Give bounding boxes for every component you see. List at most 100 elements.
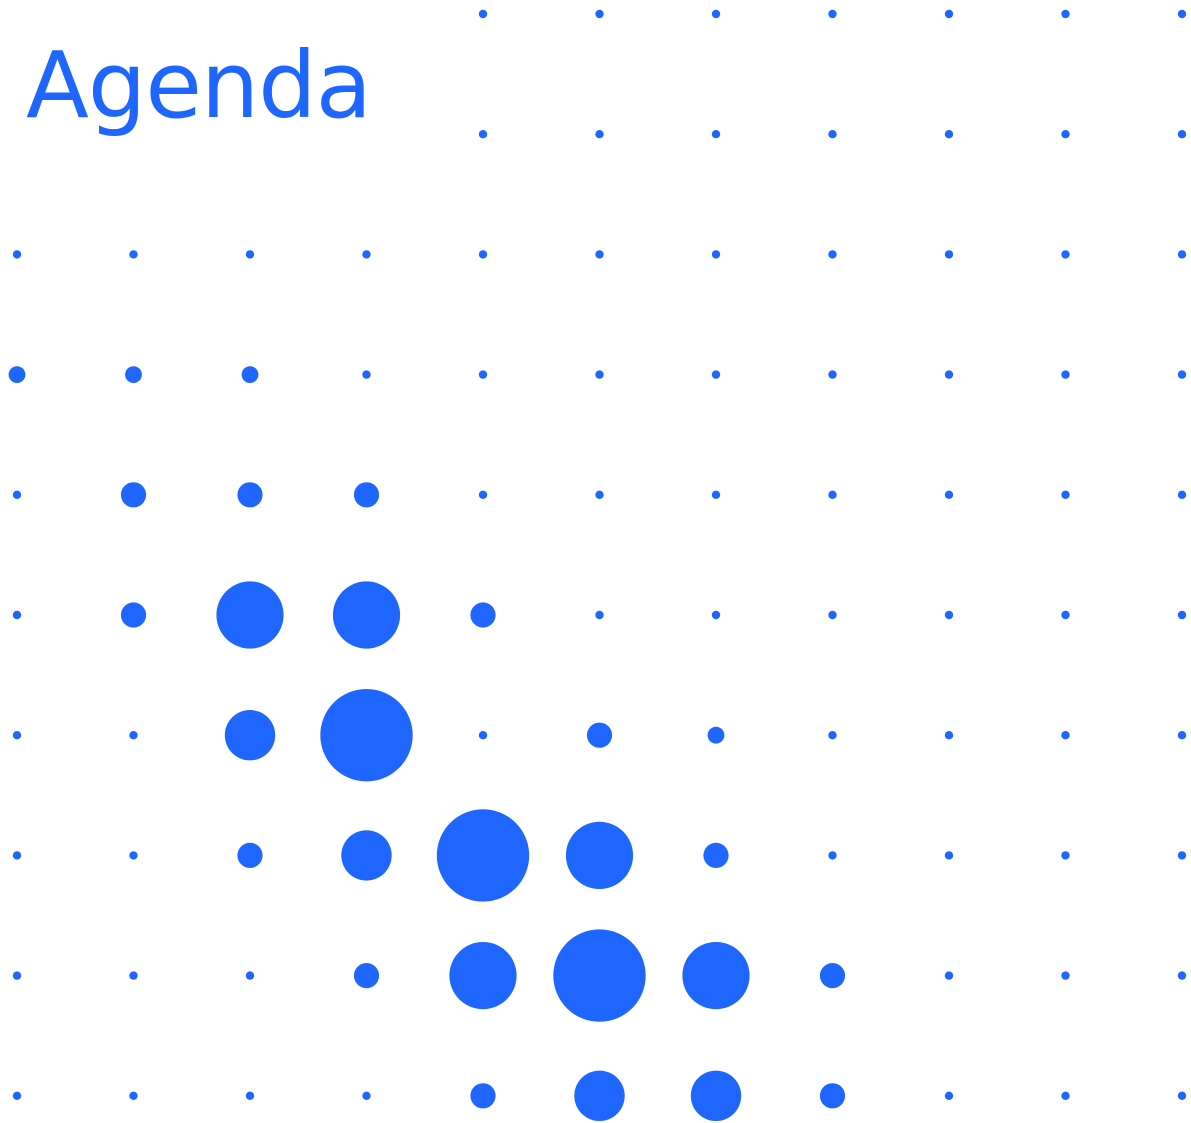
grid-dot — [1177, 731, 1187, 740]
grid-dot — [478, 731, 488, 740]
grid-dot — [245, 250, 255, 259]
grid-dot — [690, 1070, 742, 1122]
grid-dot — [1177, 971, 1187, 980]
grid-dot — [12, 250, 22, 259]
grid-dot — [553, 929, 646, 1022]
grid-dot — [819, 1083, 846, 1109]
grid-dot — [828, 490, 837, 499]
grid-dot — [1061, 9, 1070, 19]
grid-dot — [944, 130, 954, 139]
grid-dot — [1061, 250, 1070, 259]
grid-dot — [1177, 1091, 1187, 1101]
grid-dot — [12, 971, 22, 980]
grid-dot — [565, 821, 634, 890]
grid-dot — [478, 130, 488, 139]
grid-dot — [595, 370, 604, 379]
grid-dot — [1177, 250, 1187, 259]
grid-dot — [828, 9, 837, 19]
grid-dot — [353, 482, 380, 508]
grid-dot — [1061, 130, 1070, 139]
grid-dot — [944, 9, 954, 19]
grid-dot — [332, 581, 401, 649]
grid-dot — [711, 250, 721, 259]
grid-dot — [1177, 610, 1187, 620]
grid-dot — [944, 851, 954, 860]
grid-dot — [470, 602, 496, 628]
grid-dot — [828, 370, 837, 379]
grid-dot — [120, 482, 147, 508]
grid-dot — [1061, 851, 1070, 860]
grid-dot — [12, 851, 22, 860]
grid-dot — [8, 366, 26, 383]
grid-dot — [1061, 490, 1070, 499]
grid-dot — [944, 370, 954, 379]
grid-dot — [125, 366, 142, 383]
grid-dot — [216, 581, 284, 649]
grid-dot — [1061, 1091, 1070, 1101]
grid-dot — [129, 250, 138, 259]
grid-dot — [12, 731, 22, 740]
grid-dot — [129, 731, 138, 740]
grid-dot — [711, 9, 721, 19]
grid-dot — [595, 9, 604, 19]
grid-dot — [574, 1070, 625, 1122]
grid-dot — [436, 809, 530, 902]
grid-dot — [595, 490, 604, 499]
grid-dot — [353, 963, 380, 989]
grid-dot — [586, 722, 613, 748]
grid-dot — [320, 689, 413, 782]
grid-dot — [944, 971, 954, 980]
grid-dot — [478, 370, 488, 379]
page-title: Agenda — [26, 32, 372, 139]
grid-dot — [237, 842, 263, 869]
grid-dot — [1061, 971, 1070, 980]
grid-dot — [1061, 370, 1070, 379]
grid-dot — [828, 250, 837, 259]
grid-dot — [362, 250, 371, 259]
grid-dot — [245, 971, 255, 980]
dot-grid-pattern — [8, 9, 1187, 1122]
grid-dot — [828, 731, 837, 740]
grid-dot — [478, 250, 488, 259]
grid-dot — [828, 610, 837, 620]
grid-dot — [241, 366, 259, 383]
grid-dot — [944, 250, 954, 259]
grid-dot — [129, 1091, 138, 1101]
grid-dot — [682, 942, 750, 1010]
grid-dot — [478, 490, 488, 499]
grid-dot — [1061, 731, 1070, 740]
grid-dot — [362, 1091, 371, 1101]
grid-dot — [828, 851, 837, 860]
grid-dot — [944, 490, 954, 499]
grid-dot — [711, 610, 721, 620]
grid-dot — [1177, 9, 1187, 19]
grid-dot — [224, 710, 276, 761]
grid-dot — [449, 942, 517, 1010]
grid-dot — [478, 9, 488, 19]
slide: Agenda — [0, 0, 1191, 1123]
grid-dot — [711, 490, 721, 499]
grid-dot — [120, 602, 147, 628]
grid-dot — [711, 370, 721, 379]
grid-dot — [341, 830, 392, 881]
grid-dot — [237, 482, 263, 508]
grid-dot — [12, 610, 22, 620]
grid-dot — [595, 250, 604, 259]
grid-dot — [1061, 610, 1070, 620]
grid-dot — [1177, 490, 1187, 499]
grid-dot — [595, 130, 604, 139]
grid-dot — [129, 851, 138, 860]
grid-dot — [944, 731, 954, 740]
grid-dot — [12, 490, 22, 499]
grid-dot — [711, 130, 721, 139]
grid-dot — [1177, 851, 1187, 860]
grid-dot — [362, 370, 371, 379]
grid-dot — [1177, 130, 1187, 139]
grid-dot — [1177, 370, 1187, 379]
grid-dot — [470, 1083, 496, 1109]
grid-dot — [707, 726, 725, 744]
grid-dot — [944, 610, 954, 620]
grid-dot — [12, 1091, 22, 1101]
grid-dot — [245, 1091, 255, 1101]
grid-dot — [944, 1091, 954, 1101]
